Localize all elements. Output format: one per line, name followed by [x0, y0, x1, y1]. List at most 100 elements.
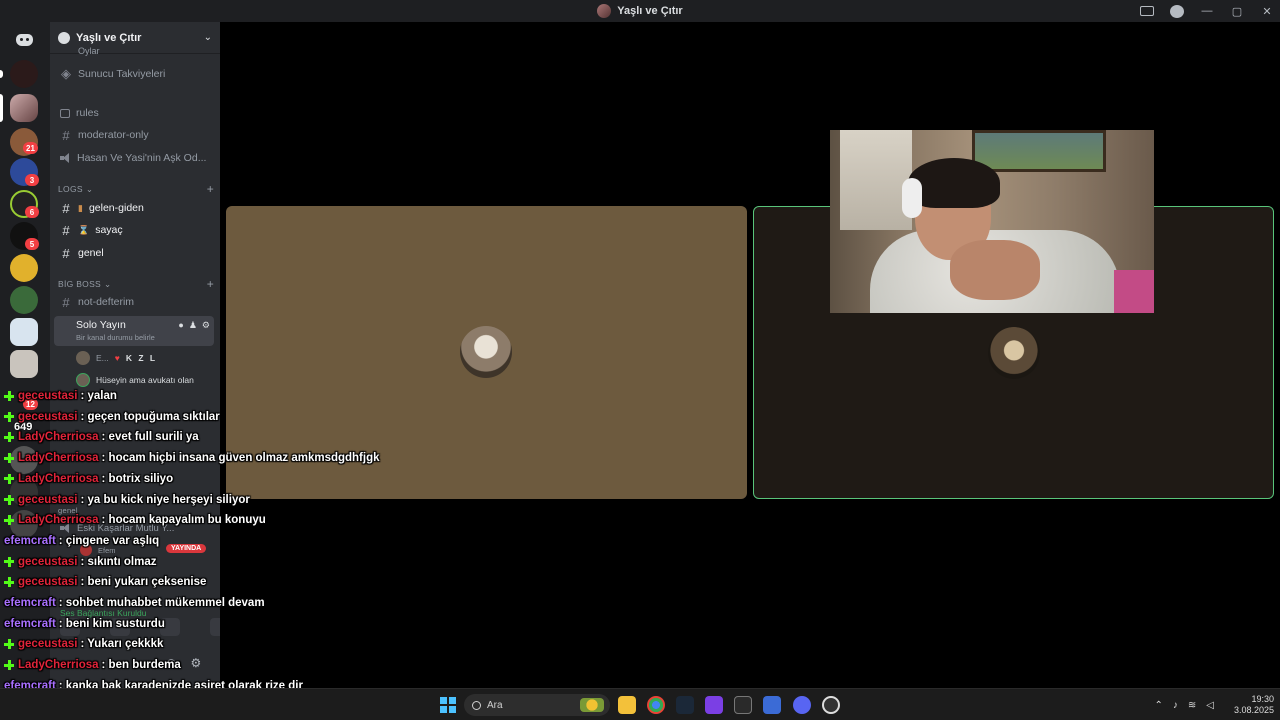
- channel-moderator-only[interactable]: # moderator-only: [58, 125, 214, 145]
- chevron-down-icon: ⌄: [203, 32, 212, 43]
- chat-username: LadyCherriosa: [18, 472, 99, 485]
- kick-icon: [4, 639, 14, 650]
- server-9[interactable]: [10, 318, 38, 346]
- app-icon-2[interactable]: [763, 696, 781, 714]
- category-big-boss[interactable]: BİG BOSS ⌄ +: [58, 277, 214, 291]
- chat-username: efemcraft: [4, 597, 56, 609]
- taskbar: Ara ⌃ ♪ ≋ ◁ 19:30 3.08.2025: [0, 688, 1280, 720]
- maximize-button[interactable]: ▢: [1230, 5, 1244, 18]
- channel-genel[interactable]: # genel: [58, 243, 214, 263]
- server-icon: [597, 4, 612, 18]
- speaker-icon: [60, 322, 71, 332]
- chat-icon[interactable]: ●: [178, 320, 183, 331]
- chat-text: : yalan: [80, 390, 117, 402]
- chat-message: geceustasi: beni yukarı çeksenise: [4, 572, 206, 592]
- channel-solo-yayin[interactable]: Solo Yayın Bir kanal durumu belirle ● ♟ …: [54, 316, 214, 346]
- mention-badge: 3: [25, 174, 39, 186]
- selected-pill: [0, 94, 3, 122]
- server-8[interactable]: [10, 286, 38, 314]
- add-channel-icon[interactable]: +: [207, 182, 214, 196]
- inbox-icon[interactable]: [1140, 6, 1154, 16]
- server-7[interactable]: [10, 254, 38, 282]
- channel-gelen-giden[interactable]: # ▮ gelen-giden: [58, 198, 214, 218]
- heart-icon: ♥: [114, 353, 120, 363]
- minimize-button[interactable]: —: [1200, 5, 1214, 17]
- chat-text: : ben burdema: [101, 659, 181, 672]
- chat-username: geceustasi: [18, 390, 78, 402]
- channel-rules[interactable]: rules: [58, 103, 214, 123]
- search-icon: [472, 700, 481, 710]
- chat-username: geceustasi: [18, 555, 78, 568]
- chat-username: geceustasi: [18, 638, 78, 651]
- chrome-icon[interactable]: [647, 696, 665, 714]
- invite-icon[interactable]: ♟: [189, 320, 197, 331]
- chat-text: : beni yukarı çeksenise: [80, 576, 207, 589]
- hash-icon: #: [62, 245, 70, 261]
- chat-username: efemcraft: [4, 534, 56, 547]
- hourglass-icon: ⌛: [78, 224, 90, 235]
- server-10[interactable]: [10, 350, 38, 378]
- chat-username: geceustasi: [18, 576, 78, 589]
- kick-icon: [4, 391, 14, 401]
- channel-hasan[interactable]: Hasan Ve Yasi'nin Aşk Od...: [58, 148, 214, 168]
- channel-not-defterim[interactable]: # not-defterim: [58, 292, 214, 312]
- chat-username: LadyCherriosa: [18, 431, 99, 444]
- gear-icon[interactable]: ⚙: [190, 656, 201, 670]
- discord-home-button[interactable]: [10, 26, 38, 54]
- chat-username: LadyCherriosa: [18, 452, 99, 465]
- gear-icon[interactable]: ⚙: [202, 320, 210, 331]
- kick-icon: [4, 556, 14, 567]
- server-1[interactable]: [10, 60, 38, 88]
- window-title-group: Yaşlı ve Çıtır: [597, 4, 683, 18]
- window-controls: ? — ▢ ✕: [1140, 0, 1274, 22]
- microphone-icon[interactable]: ♪: [1173, 700, 1178, 711]
- participant-avatar: [460, 326, 512, 378]
- app-icon-3[interactable]: [822, 696, 840, 714]
- window-title: Yaşlı ve Çıtır: [617, 5, 683, 17]
- chevron-up-icon[interactable]: ⌃: [1155, 700, 1163, 711]
- help-icon[interactable]: ?: [1170, 4, 1184, 18]
- taskbar-search[interactable]: Ara: [464, 694, 610, 716]
- steam-icon[interactable]: [676, 696, 694, 714]
- epic-games-icon[interactable]: [734, 696, 752, 714]
- server-yasli[interactable]: [10, 94, 38, 122]
- kick-icon: [4, 577, 14, 588]
- category-logs[interactable]: LOGS ⌄ +: [58, 182, 214, 196]
- chat-text: : hocam kapayalım bu konuyu: [101, 514, 266, 527]
- chat-message: LadyCherriosa: hocam hiçbi insana güven …: [4, 448, 380, 468]
- kick-icon: [4, 494, 14, 505]
- add-channel-icon[interactable]: +: [207, 277, 214, 291]
- start-button[interactable]: [440, 697, 456, 713]
- mention-badge: 21: [23, 142, 38, 154]
- app-icon[interactable]: [705, 696, 723, 714]
- file-explorer-icon[interactable]: [618, 696, 636, 714]
- hash-icon: #: [62, 127, 70, 143]
- rules-icon: [60, 108, 70, 118]
- chat-text: : Yukarı çekkkk: [80, 638, 164, 651]
- clock[interactable]: 19:30 3.08.2025: [1224, 694, 1274, 716]
- live-badge: YAYINDA: [166, 544, 207, 553]
- system-tray: ⌃ ♪ ≋ ◁ 19:30 3.08.2025: [1155, 689, 1274, 720]
- kick-icon: [4, 411, 14, 422]
- chat-message: efemcraft: çingene var aşlıq: [4, 531, 159, 551]
- kick-icon: [4, 432, 14, 443]
- discord-taskbar-icon[interactable]: [793, 696, 811, 714]
- channel-partial[interactable]: Oylar: [58, 46, 214, 56]
- chat-text: : çingene var aşlıq: [58, 534, 160, 547]
- door-icon: ▮: [78, 202, 83, 213]
- title-bar: Yaşlı ve Çıtır ? — ▢ ✕: [0, 0, 1280, 22]
- channel-sayac[interactable]: # ⌛ sayaç: [58, 220, 214, 240]
- speaker-icon: [60, 153, 71, 163]
- server-badge-icon: [58, 31, 70, 44]
- avatar: [76, 373, 90, 387]
- close-button[interactable]: ✕: [1260, 5, 1274, 18]
- avatar: [76, 351, 90, 365]
- voice-user[interactable]: E... ♥ K Z L: [76, 350, 157, 366]
- channel-boosts[interactable]: ◈ Sunucu Takviyeleri: [58, 64, 214, 84]
- chat-text: : hocam hiçbi insana güven olmaz amkmsdg…: [101, 452, 380, 465]
- volume-icon[interactable]: ◁: [1206, 700, 1214, 711]
- chat-text: : sohbet muhabbet mükemmel devam: [58, 597, 265, 609]
- guild-name: Yaşlı ve Çıtır: [76, 31, 142, 44]
- chat-message: geceustasi: ya bu kick niye herşeyi sili…: [4, 490, 250, 510]
- wifi-icon[interactable]: ≋: [1188, 700, 1196, 711]
